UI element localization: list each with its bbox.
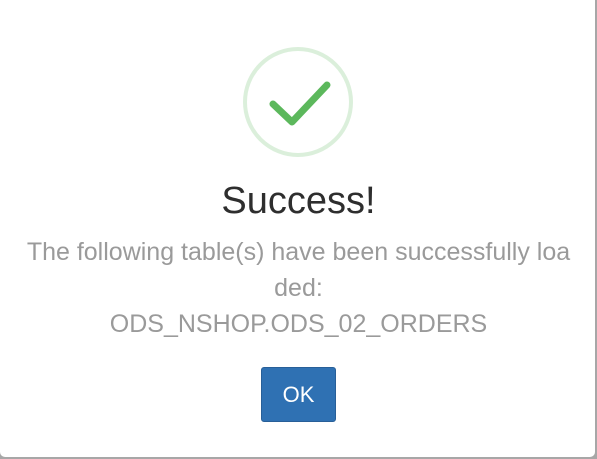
success-check-icon <box>243 47 353 157</box>
message-text: The following table(s) have been success… <box>26 238 571 302</box>
dialog-title: Success! <box>221 180 376 222</box>
ok-button[interactable]: OK <box>261 367 336 422</box>
success-dialog: Success! The following table(s) have bee… <box>0 0 595 457</box>
table-name: ODS_NSHOP.ODS_02_ORDERS <box>109 310 488 338</box>
dialog-message: The following table(s) have been success… <box>22 234 575 342</box>
checkmark-icon <box>269 81 331 126</box>
